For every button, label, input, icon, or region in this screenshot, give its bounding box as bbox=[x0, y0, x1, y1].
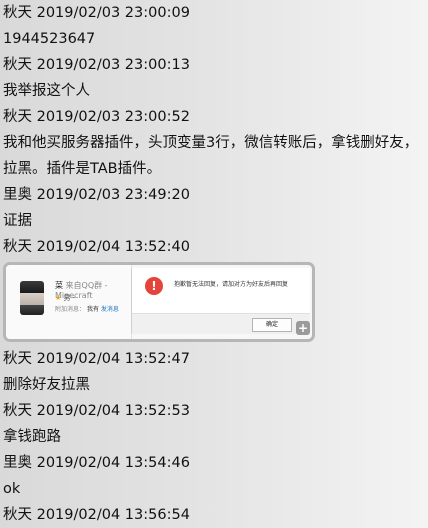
message-header: 秋天 2019/02/04 13:56:54 bbox=[3, 507, 190, 523]
send-message-link[interactable]: 发消息 bbox=[101, 306, 119, 313]
chat-log: 秋天 2019/02/03 23:00:09 1944523647 秋天 201… bbox=[0, 0, 428, 528]
message-header: 秋天 2019/02/04 13:52:40 bbox=[3, 239, 190, 255]
message-text: 1944523647 bbox=[3, 31, 96, 47]
message-header: 秋天 2019/02/04 13:52:47 bbox=[3, 351, 190, 367]
message-header: 秋天 2019/02/03 23:00:09 bbox=[3, 5, 190, 21]
profile-message: 附加消息： 我有 发消息 bbox=[55, 306, 119, 314]
message-text: 拿钱跑路 bbox=[3, 429, 61, 445]
message-text: ok bbox=[3, 481, 21, 497]
error-icon: ! bbox=[145, 277, 163, 295]
evidence-screenshot[interactable]: 菜 来自QQ群 - Minecraft ★ 男 - 附加消息： 我有 发消息 !… bbox=[3, 262, 315, 342]
profile-gender-text: 男 - bbox=[63, 294, 76, 302]
message-text: 证据 bbox=[3, 213, 32, 229]
avatar bbox=[20, 281, 44, 315]
error-dialog: ! 抱歉暂无法回复，请加对方为好友后再回复 确定 bbox=[131, 268, 310, 334]
dialog-footer: 确定 bbox=[132, 313, 310, 334]
dialog-message: 抱歉暂无法回复，请加对方为好友后再回复 bbox=[174, 281, 289, 288]
message-text: 我和他买服务器插件，头顶变量3行，微信转账后，拿钱删好友，拉黑。插件是TAB插件… bbox=[3, 135, 419, 177]
message-header: 秋天 2019/02/03 23:00:52 bbox=[3, 109, 190, 125]
profile-name-main: 菜 bbox=[55, 281, 63, 290]
message-header: 秋天 2019/02/04 13:52:53 bbox=[3, 403, 190, 419]
message-header: 里奥 2019/02/03 23:49:20 bbox=[3, 187, 190, 203]
message-header: 秋天 2019/02/03 23:00:13 bbox=[3, 57, 190, 73]
profile-msg-prefix: 附加消息： bbox=[55, 306, 86, 313]
ok-button[interactable]: 确定 bbox=[252, 318, 292, 332]
zoom-plus-icon[interactable]: + bbox=[296, 321, 310, 335]
star-icon: ★ bbox=[55, 294, 62, 302]
message-header: 里奥 2019/02/04 13:54:46 bbox=[3, 455, 190, 471]
message-text: 删除好友拉黑 bbox=[3, 377, 90, 393]
profile-msg-owner: 我有 bbox=[86, 306, 99, 313]
contact-profile-panel: 菜 来自QQ群 - Minecraft ★ 男 - 附加消息： 我有 发消息 bbox=[6, 265, 132, 339]
message-text: 我举报这个人 bbox=[3, 83, 90, 99]
profile-gender: ★ 男 - bbox=[55, 294, 75, 303]
